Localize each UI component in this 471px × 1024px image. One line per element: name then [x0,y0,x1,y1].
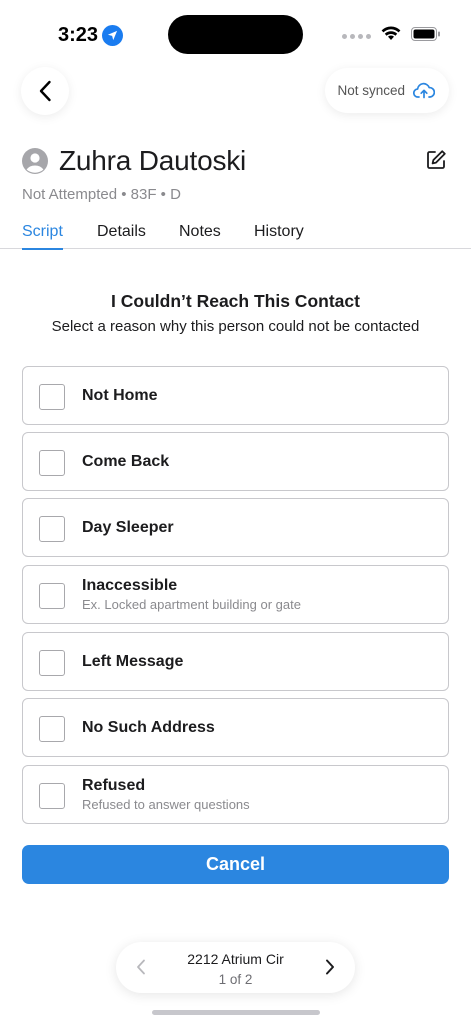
reason-text: Left Message [82,633,183,690]
section-title: I Couldn’t Reach This Contact [111,291,360,311]
chevron-left-icon [39,80,51,102]
reason-text: Day Sleeper [82,499,174,556]
reason-option-come-back[interactable]: Come Back [22,432,449,491]
tab-script[interactable]: Script [22,223,63,250]
reason-text: Come Back [82,433,169,490]
tab-bar: Script Details Notes History [0,220,471,250]
location-arrow-icon [102,25,124,46]
reason-label: Inaccessible [82,577,178,594]
reason-label: Not Home [82,386,158,404]
edit-icon [427,150,446,169]
reason-label: Come Back [82,452,170,470]
reason-hint: Ex. Locked apartment building or gate [82,597,301,612]
reason-checkbox[interactable] [39,716,65,742]
sync-status-label: Not synced [337,83,405,98]
reason-option-no-such-address[interactable]: No Such Address [22,698,449,757]
reason-checkbox[interactable] [39,650,65,676]
status-indicators [342,26,441,46]
reason-option-inaccessible[interactable]: Inaccessible Ex. Locked apartment buildi… [22,565,449,624]
reason-text: Not Home [82,367,158,424]
cancel-button[interactable]: Cancel [22,845,449,884]
reason-label: Day Sleeper [82,518,174,536]
tab-notes[interactable]: Notes [179,223,221,249]
reason-checkbox[interactable] [39,384,65,410]
tab-history[interactable]: History [254,223,304,249]
reason-option-left-message[interactable]: Left Message [22,632,449,691]
address-pager: 2212 Atrium Cir 1 of 2 [116,942,355,993]
section-subtitle: Select a reason why this person could no… [51,318,420,335]
reason-text: Inaccessible Ex. Locked apartment buildi… [82,566,301,623]
reason-label: Left Message [82,652,184,670]
contact-name-row: Zuhra Dautoski [22,143,449,179]
chevron-right-icon [326,959,334,975]
wifi-icon [381,26,401,46]
reason-option-refused[interactable]: Refused Refused to answer questions [22,765,449,824]
signal-dots-icon [342,33,371,39]
reason-checkbox[interactable] [39,516,65,542]
reason-text: Refused Refused to answer questions [82,766,250,823]
cloud-upload-icon [413,82,435,99]
back-button[interactable] [21,67,69,115]
person-circle-icon [22,148,48,174]
contact-subtitle: Not Attempted • 83F • D [22,186,181,203]
sync-status-button[interactable]: Not synced [325,68,449,113]
reason-label: No Such Address [82,718,215,736]
dynamic-island [168,15,303,54]
reason-hint: Refused to answer questions [82,797,250,812]
status-bar: 3:23 [0,0,471,70]
edit-contact-button[interactable] [423,147,449,173]
reason-checkbox[interactable] [39,450,65,476]
reason-checkbox[interactable] [39,783,65,809]
next-address-button[interactable] [319,956,341,978]
tab-details[interactable]: Details [97,223,146,249]
contact-name: Zuhra Dautoski [59,145,247,176]
reason-checkbox[interactable] [39,583,65,609]
home-indicator [152,1010,320,1015]
status-time: 3:23 [58,24,124,47]
battery-icon [411,26,441,46]
status-time-text: 3:23 [58,24,99,46]
reason-label: Refused [82,777,146,794]
reason-text: No Such Address [82,699,215,756]
reason-option-day-sleeper[interactable]: Day Sleeper [22,498,449,557]
contact-header: Zuhra Dautoski Not Attempted • 83F • D [22,143,449,203]
reason-option-not-home[interactable]: Not Home [22,366,449,425]
